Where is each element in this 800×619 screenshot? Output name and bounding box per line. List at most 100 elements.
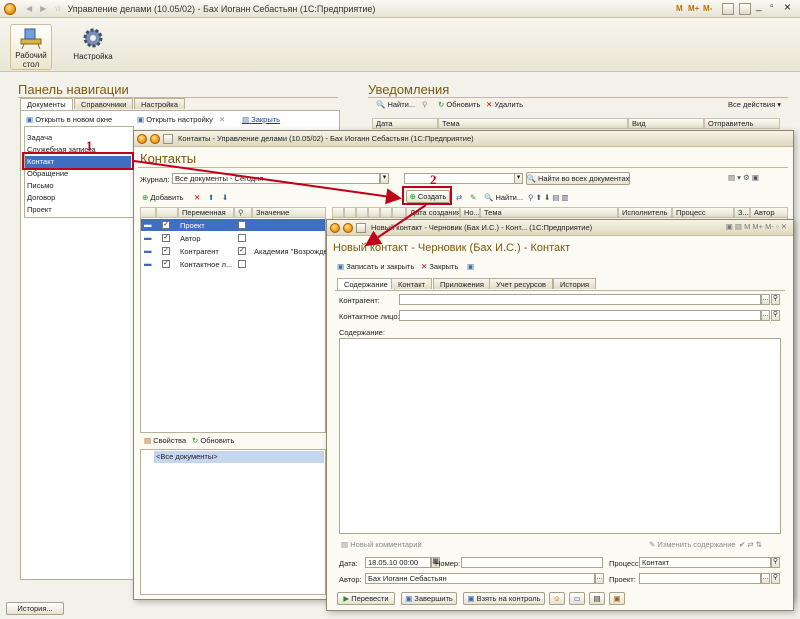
mminus-button[interactable]: M- bbox=[703, 4, 712, 13]
notif-refresh-button[interactable]: ↻ Обновить bbox=[438, 100, 480, 109]
docs-col-created[interactable]: Дата создания bbox=[406, 207, 460, 218]
row-checkbox-2[interactable] bbox=[238, 260, 246, 268]
restore-button[interactable]: ▫ bbox=[770, 1, 774, 12]
close-button[interactable]: ✕ Закрыть bbox=[421, 262, 458, 271]
window-tools-icons[interactable]: ▤ ▾ ⚙ ▣ bbox=[728, 173, 759, 182]
save-icon[interactable]: ▣ bbox=[467, 262, 474, 271]
notif-find-button[interactable]: 🔍 Найти... bbox=[376, 100, 415, 109]
content-tools-icons[interactable]: ✔ ⇄ ⇅ bbox=[739, 540, 762, 549]
tab-resources[interactable]: Учет ресурсов bbox=[489, 278, 554, 289]
contact-person-search-icon[interactable]: ⚲ bbox=[771, 310, 780, 321]
tab-settings[interactable]: Настройка bbox=[134, 98, 185, 109]
counterparty-search-icon[interactable]: ⚲ bbox=[771, 294, 780, 305]
docs-col-process[interactable]: Процесс bbox=[672, 207, 734, 218]
number-field[interactable] bbox=[461, 557, 603, 568]
m-button[interactable]: M bbox=[676, 4, 683, 13]
tab-attachments[interactable]: Приложения bbox=[433, 278, 491, 289]
move-down-icon[interactable]: ⬇ bbox=[222, 193, 228, 202]
project-select-icon[interactable]: … bbox=[761, 573, 770, 584]
nav-item-letter[interactable]: Письмо bbox=[27, 180, 54, 192]
row-checkbox[interactable]: ✓ bbox=[162, 234, 170, 242]
project-search-icon[interactable]: ⚲ bbox=[771, 573, 780, 584]
menu-icon[interactable] bbox=[150, 133, 160, 144]
save-close-button[interactable]: ▣ Записать и закрыть bbox=[337, 262, 414, 271]
vars-col-filter[interactable]: ⚲ bbox=[234, 207, 252, 218]
nav-item-project[interactable]: Проект bbox=[27, 204, 52, 216]
open-settings-link[interactable]: ▣ Открыть настройку bbox=[137, 115, 213, 124]
arrow-back-icon[interactable]: ◀ bbox=[26, 4, 32, 13]
properties-button[interactable]: ▤ Свойства bbox=[144, 436, 186, 445]
docs-col-executor[interactable]: Исполнитель bbox=[618, 207, 672, 218]
star-icon[interactable] bbox=[163, 133, 173, 144]
notif-col-type[interactable]: Вид bbox=[628, 118, 704, 129]
tab-contact[interactable]: Контакт bbox=[391, 278, 433, 289]
add-button[interactable]: ⊕ Добавить bbox=[142, 193, 184, 202]
window-list-icon[interactable] bbox=[722, 3, 734, 15]
find-button[interactable]: 🔍 Найти... bbox=[484, 193, 523, 202]
journal-select[interactable]: Все документы - Сегодня bbox=[172, 173, 380, 184]
arrow-forward-icon[interactable]: ▶ bbox=[40, 4, 46, 13]
row-checkbox-2[interactable] bbox=[238, 234, 246, 242]
report-icon-button[interactable]: ▣ bbox=[609, 592, 625, 605]
menu-icon[interactable] bbox=[343, 222, 353, 233]
notif-col-subject[interactable]: Тема bbox=[438, 118, 628, 129]
history-button[interactable]: История... bbox=[6, 602, 64, 615]
delete-icon[interactable]: ✕ bbox=[219, 115, 225, 124]
window-buttons[interactable]: ▣ ▤ M M+ M- ▫ ✕ bbox=[726, 222, 787, 231]
1c-logo-icon[interactable] bbox=[330, 222, 340, 233]
content-textarea[interactable] bbox=[339, 338, 781, 534]
refresh-button[interactable]: ↻ Обновить bbox=[192, 436, 234, 445]
journal-dropdown-icon[interactable]: ▾ bbox=[380, 173, 389, 184]
notif-col-date[interactable]: Дата bbox=[372, 118, 438, 129]
notif-col-sender[interactable]: Отправитель bbox=[704, 118, 780, 129]
nav-item-task[interactable]: Задача bbox=[27, 132, 52, 144]
author-field[interactable]: Бах Иоганн Себастьян bbox=[365, 573, 595, 584]
info-icon[interactable] bbox=[739, 3, 751, 15]
list-tools-icons[interactable]: ⚲ ⬆ ⬇ ▤ ▥ bbox=[528, 193, 569, 202]
copy-icon[interactable]: ⇄ bbox=[456, 193, 462, 202]
transfer-button[interactable]: ▶ Перевести bbox=[337, 592, 395, 605]
edit-icon[interactable]: ✎ bbox=[470, 193, 476, 202]
notif-all-actions[interactable]: Все действия ▾ bbox=[728, 100, 781, 109]
find-all-button[interactable]: 🔍 Найти во всех документах bbox=[526, 172, 630, 185]
author-select-icon[interactable]: … bbox=[595, 573, 604, 584]
notif-delete-button[interactable]: ✕ Удалить bbox=[486, 100, 523, 109]
journal-search-input[interactable] bbox=[404, 173, 520, 184]
row-checkbox[interactable]: ✓ bbox=[162, 260, 170, 268]
star-icon[interactable] bbox=[356, 222, 366, 233]
users-icon-button[interactable]: ☺ bbox=[549, 592, 565, 605]
notif-filter-icon[interactable]: ⚲ bbox=[422, 100, 428, 109]
delete-icon[interactable]: ✕ bbox=[194, 193, 200, 202]
comment-icon-button[interactable]: ▭ bbox=[569, 592, 585, 605]
project-field[interactable] bbox=[639, 573, 761, 584]
date-field[interactable]: 18.05.10 00:00 bbox=[365, 557, 431, 568]
tab-catalogs[interactable]: Справочники bbox=[74, 98, 134, 109]
take-control-button[interactable]: ▣ Взять на контроль bbox=[463, 592, 545, 605]
contact-person-select-icon[interactable]: … bbox=[761, 310, 770, 321]
process-search-icon[interactable]: ⚲ bbox=[771, 557, 780, 568]
docs-col-subject[interactable]: Тема bbox=[480, 207, 618, 218]
desktop-tool[interactable]: Рабочий стол bbox=[10, 24, 52, 70]
1c-logo-icon[interactable] bbox=[137, 133, 147, 144]
tab-documents[interactable]: Документы bbox=[20, 98, 73, 110]
open-new-window-link[interactable]: ▣ Открыть в новом окне bbox=[26, 115, 112, 124]
tab-history[interactable]: История bbox=[553, 278, 597, 289]
row-checkbox[interactable]: ✓ bbox=[162, 221, 170, 229]
counterparty-select-icon[interactable]: … bbox=[761, 294, 770, 305]
docs-col-z[interactable]: З... bbox=[734, 207, 750, 218]
search-dropdown-icon[interactable]: ▾ bbox=[514, 173, 523, 184]
nav-item-contract[interactable]: Договор bbox=[27, 192, 55, 204]
minimize-button[interactable]: _ bbox=[756, 1, 762, 12]
contact-person-field[interactable] bbox=[399, 310, 761, 321]
vars-col-value[interactable]: Значение bbox=[252, 207, 326, 218]
all-docs-item[interactable]: <Все документы> bbox=[154, 451, 324, 463]
counterparty-field[interactable] bbox=[399, 294, 761, 305]
1c-logo-icon[interactable] bbox=[4, 2, 16, 15]
close-button[interactable]: × bbox=[784, 0, 791, 14]
row-checkbox[interactable]: ✓ bbox=[162, 247, 170, 255]
docs-col-author[interactable]: Автор bbox=[750, 207, 788, 218]
mplus-button[interactable]: M+ bbox=[688, 4, 699, 13]
edit-content-button[interactable]: ✎ Изменить содержание bbox=[649, 540, 736, 549]
star-icon[interactable]: ☆ bbox=[54, 4, 61, 13]
row-checkbox-2[interactable]: ✓ bbox=[238, 247, 246, 255]
